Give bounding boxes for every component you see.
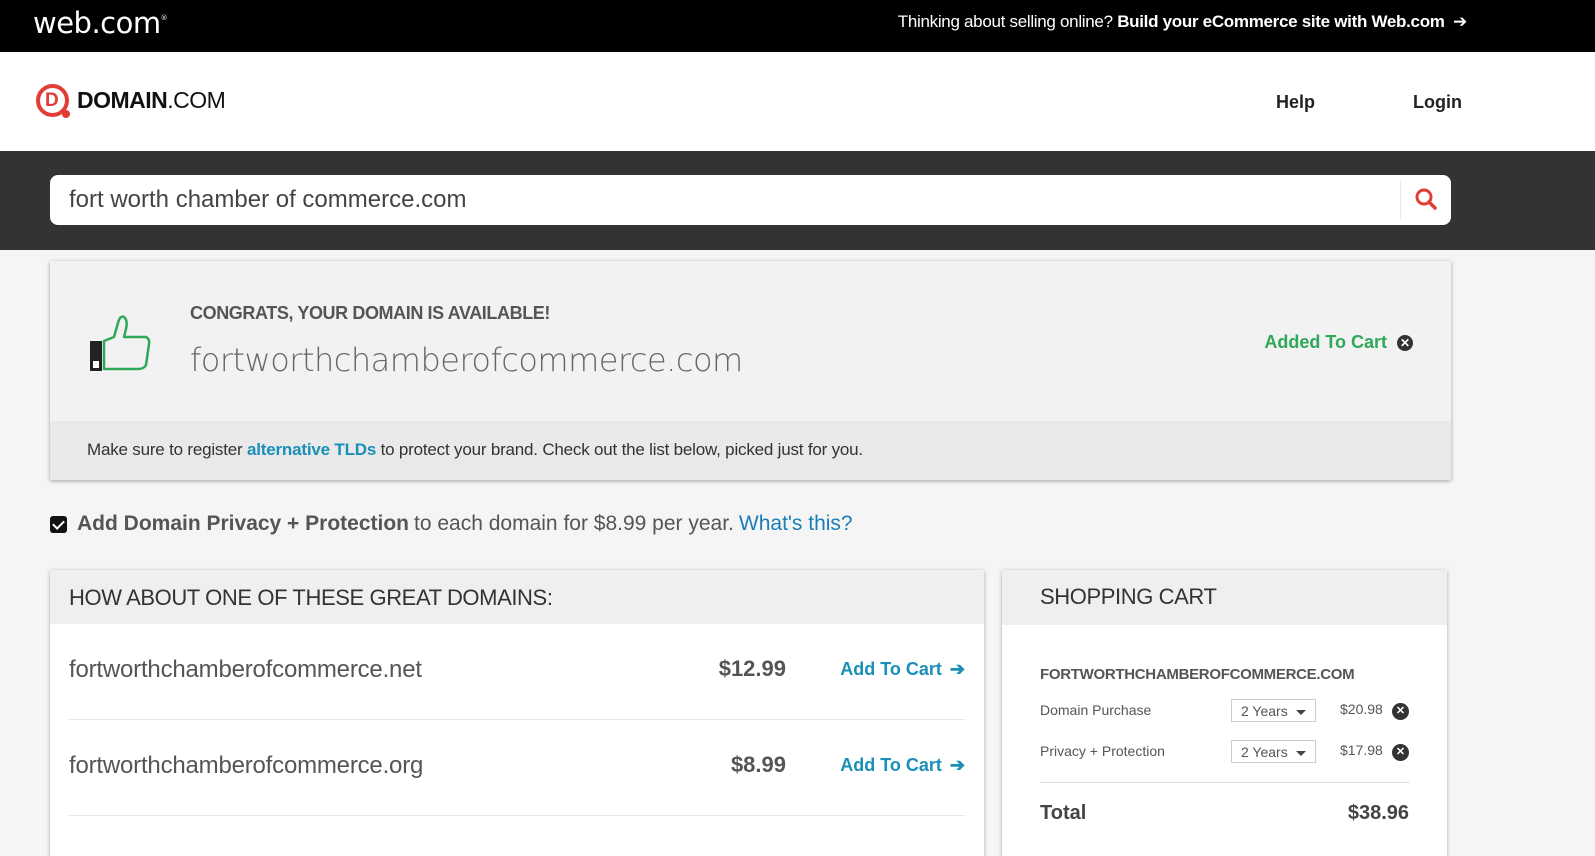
domain-search-box[interactable]: fort worth chamber of commerce.com bbox=[50, 175, 1451, 225]
alternative-tlds-text: Make sure to register alternative TLDs t… bbox=[87, 440, 863, 459]
promo-lead-text: Thinking about selling online? bbox=[897, 12, 1113, 31]
nav-login[interactable]: Login bbox=[1413, 92, 1462, 113]
remove-item-icon[interactable]: ✕ bbox=[1392, 744, 1409, 761]
shopping-cart-heading: SHOPPING CART bbox=[1002, 570, 1447, 625]
list-item: fortworthchamberofcommerce.net $12.99 Ad… bbox=[69, 624, 965, 720]
available-domain-name: fortworthchamberofcommerce.com bbox=[190, 341, 743, 379]
suggested-domains-heading: HOW ABOUT ONE OF THESE GREAT DOMAINS: bbox=[50, 570, 984, 624]
added-to-cart-label: Added To Cart bbox=[1264, 332, 1387, 352]
arrow-right-icon: ➔ bbox=[949, 755, 965, 775]
webcom-logo-text: web.com bbox=[33, 6, 161, 40]
cart-item-label: Domain Purchase bbox=[1040, 702, 1152, 718]
availability-result-panel: CONGRATS, YOUR DOMAIN IS AVAILABLE! fort… bbox=[50, 261, 1451, 480]
site-header: D DOMAIN.COM Help Login bbox=[0, 52, 1595, 151]
add-to-cart-button[interactable]: Add To Cart ➔ bbox=[840, 659, 965, 680]
privacy-protection-price-text: to each domain for $8.99 per year. bbox=[414, 512, 734, 535]
search-divider bbox=[1400, 181, 1401, 219]
top-promo-bar: web.com® Thinking about selling online? … bbox=[0, 0, 1595, 52]
search-band: fort worth chamber of commerce.com bbox=[0, 151, 1595, 250]
caret-down-icon bbox=[1296, 751, 1306, 756]
domaincom-logo[interactable]: D DOMAIN.COM bbox=[36, 84, 226, 118]
alternative-tlds-link[interactable]: alternative TLDs bbox=[247, 440, 376, 459]
cart-item-label: Privacy + Protection bbox=[1040, 743, 1165, 759]
ecommerce-promo-link[interactable]: Thinking about selling online? Build you… bbox=[897, 12, 1468, 32]
domaincom-logo-text: DOMAIN.COM bbox=[77, 87, 226, 113]
suggested-domain-name: fortworthchamberofcommerce.net bbox=[69, 656, 422, 683]
added-to-cart-status: Added To Cart ✕ bbox=[1264, 332, 1413, 353]
cart-total-label: Total bbox=[1040, 802, 1087, 824]
privacy-protection-label: Add Domain Privacy + Protection bbox=[77, 512, 410, 535]
nav-help[interactable]: Help bbox=[1276, 92, 1315, 113]
arrow-right-icon: ➔ bbox=[1453, 12, 1467, 31]
add-to-cart-label: Add To Cart bbox=[840, 755, 942, 775]
add-to-cart-button[interactable]: Add To Cart ➔ bbox=[840, 755, 965, 776]
domaincom-logo-icon: D bbox=[36, 84, 70, 118]
suggested-domains-panel: HOW ABOUT ONE OF THESE GREAT DOMAINS: fo… bbox=[50, 570, 984, 856]
cart-domain-name: FORTWORTHCHAMBEROFCOMMERCE.COM bbox=[1040, 666, 1355, 683]
arrow-right-icon: ➔ bbox=[949, 659, 965, 679]
promo-link-text: Build your eCommerce site with Web.com bbox=[1117, 12, 1445, 31]
cart-line-item: Privacy + Protection 2 Years $17.98 ✕ bbox=[1040, 740, 1410, 764]
thumbs-up-icon bbox=[90, 315, 151, 371]
cart-total-value: $38.96 bbox=[1347, 802, 1409, 824]
cart-line-item: Domain Purchase 2 Years $20.98 ✕ bbox=[1040, 699, 1410, 723]
whats-this-link[interactable]: What's this? bbox=[739, 512, 853, 536]
search-icon[interactable] bbox=[1414, 187, 1438, 211]
alternative-tlds-note: Make sure to register alternative TLDs t… bbox=[50, 421, 1451, 480]
remove-from-cart-icon[interactable]: ✕ bbox=[1397, 334, 1413, 351]
cart-item-amount: $17.98 bbox=[1340, 742, 1383, 758]
caret-down-icon bbox=[1296, 710, 1306, 715]
domain-search-input[interactable]: fort worth chamber of commerce.com bbox=[69, 186, 466, 214]
webcom-logo[interactable]: web.com® bbox=[33, 6, 168, 40]
remove-item-icon[interactable]: ✕ bbox=[1392, 703, 1409, 720]
add-to-cart-label: Add To Cart bbox=[840, 659, 942, 679]
availability-heading: CONGRATS, YOUR DOMAIN IS AVAILABLE! bbox=[190, 303, 551, 323]
list-item: fortworthchamberofcommerce.org $8.99 Add… bbox=[69, 720, 965, 816]
term-select[interactable]: 2 Years bbox=[1231, 699, 1316, 722]
cart-divider bbox=[1040, 782, 1410, 783]
suggested-domain-name: fortworthchamberofcommerce.org bbox=[69, 752, 424, 779]
shopping-cart-panel: SHOPPING CART FORTWORTHCHAMBEROFCOMMERCE… bbox=[1002, 570, 1447, 856]
privacy-protection-checkbox[interactable] bbox=[50, 515, 67, 533]
suggested-domain-price: $12.99 bbox=[718, 656, 786, 681]
term-select[interactable]: 2 Years bbox=[1231, 740, 1316, 763]
suggested-domain-price: $8.99 bbox=[730, 752, 786, 777]
cart-item-amount: $20.98 bbox=[1340, 701, 1383, 717]
privacy-protection-row: Add Domain Privacy + Protection to each … bbox=[50, 512, 853, 536]
